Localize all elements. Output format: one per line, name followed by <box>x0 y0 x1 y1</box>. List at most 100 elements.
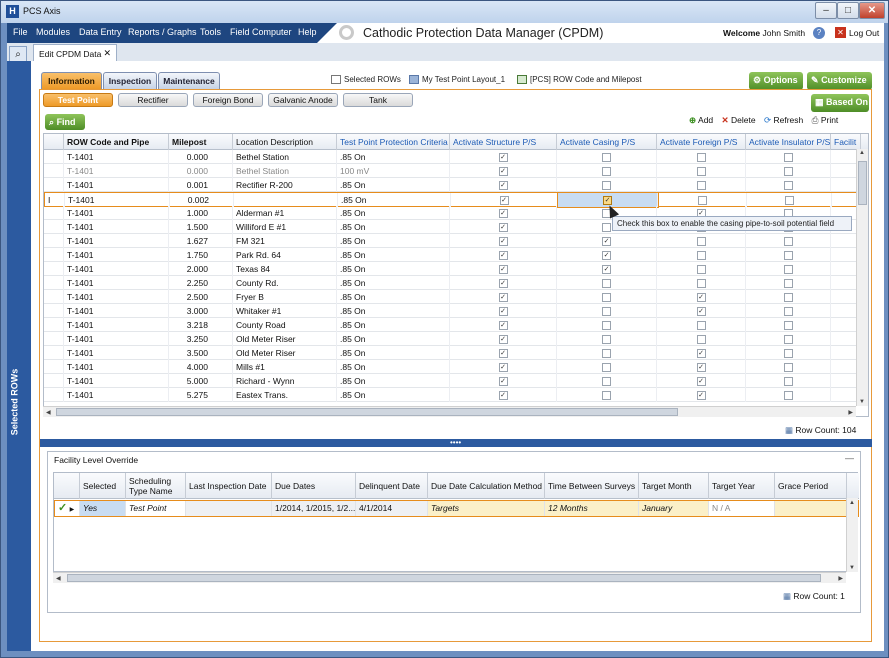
cell-criteria[interactable]: .85 On <box>337 290 450 304</box>
cell-criteria[interactable]: .85 On <box>337 374 450 388</box>
cell-location[interactable]: Williford E #1 <box>233 220 337 234</box>
cell-criteria[interactable]: .85 On <box>337 206 450 220</box>
cell-row-code[interactable]: T-1401 <box>64 164 169 178</box>
options-button[interactable]: ⚙ Options <box>749 72 803 90</box>
menu-field-computer[interactable]: Field Computer <box>230 27 292 37</box>
checkbox-casing-ps[interactable] <box>602 307 611 316</box>
fo-horizontal-scroll-thumb[interactable] <box>67 574 821 582</box>
checkbox-structure-ps[interactable]: ✓ <box>498 209 508 218</box>
tab-information[interactable]: Information <box>41 72 102 89</box>
cell-row-code[interactable]: T-1401 <box>64 276 169 290</box>
cell-milepost[interactable]: 1.750 <box>169 248 233 262</box>
cell-location[interactable]: Park Rd. 64 <box>233 248 337 262</box>
cell-location[interactable]: Alderman #1 <box>233 206 337 220</box>
table-row[interactable]: T-1401 5.275 Eastex Trans. .85 On ✓ ✓ <box>44 388 857 402</box>
fo-cell-grace-period[interactable] <box>775 501 847 516</box>
print-button[interactable]: ⎙ Print <box>812 115 839 125</box>
checkbox-structure-ps[interactable]: ✓ <box>498 391 508 400</box>
cell-location[interactable]: County Road <box>233 318 337 332</box>
cell-row-code[interactable]: T-1401 <box>64 360 169 374</box>
checkbox-insulator-ps[interactable] <box>783 377 793 386</box>
cell-row-code[interactable]: T-1401 <box>64 290 169 304</box>
checkbox-structure-ps[interactable]: ✓ <box>498 335 508 344</box>
checkbox-structure-ps[interactable]: ✓ <box>498 321 508 330</box>
table-row[interactable]: T-1401 3.000 Whitaker #1.85 On ✓ ✓ <box>44 304 857 318</box>
fo-scroll-down-icon[interactable]: ▼ <box>849 565 855 571</box>
cell-row-code[interactable]: T-1401 <box>64 150 169 164</box>
col-facility[interactable]: Facilit <box>831 134 861 150</box>
checkbox-insulator-ps[interactable] <box>783 363 793 372</box>
col-criteria[interactable]: Test Point Protection Criteria <box>337 134 450 150</box>
fo-col-delinquent[interactable]: Delinquent Date <box>356 473 428 499</box>
checkbox-foreign-ps[interactable] <box>696 335 706 344</box>
fo-col-last-inspection[interactable]: Last Inspection Date <box>186 473 272 499</box>
checkbox-structure-ps[interactable]: ✓ <box>498 279 508 288</box>
cell-row-code[interactable]: T-1401 <box>64 248 169 262</box>
checkbox-structure-ps[interactable]: ✓ <box>498 181 508 190</box>
cell-criteria[interactable]: .85 On <box>338 193 451 207</box>
fo-col-scheduling[interactable]: Scheduling Type Name <box>126 473 186 499</box>
checkbox-structure-ps[interactable]: ✓ <box>498 293 508 302</box>
minimize-button[interactable]: – <box>815 2 837 19</box>
table-row[interactable]: T-1401 2.250 County Rd. .85 On ✓ <box>44 276 857 290</box>
menu-data-entry[interactable]: Data Entry <box>79 27 122 37</box>
checkbox-casing-ps[interactable] <box>602 349 611 358</box>
checkbox-casing-ps[interactable] <box>602 377 611 386</box>
cell-facility[interactable] <box>831 304 857 318</box>
fo-cell-time-between[interactable]: 12 Months <box>545 501 639 516</box>
fo-cell-last-inspection[interactable] <box>186 501 272 516</box>
cell-row-code[interactable]: T-1401 <box>64 234 169 248</box>
cell-milepost[interactable]: 4.000 <box>169 360 233 374</box>
checkbox-structure-ps[interactable]: ✓ <box>498 237 508 246</box>
checkbox-casing-ps[interactable] <box>602 167 611 176</box>
cell-facility[interactable] <box>831 150 857 164</box>
cell-location[interactable]: Old Meter Riser <box>233 332 337 346</box>
cell-criteria[interactable]: .85 On <box>337 304 450 318</box>
fo-col-target-year[interactable]: Target Year <box>709 473 775 499</box>
col-milepost[interactable]: Milepost <box>169 134 233 150</box>
cell-facility[interactable] <box>831 178 857 192</box>
checkbox-structure-ps[interactable]: ✓ <box>498 251 508 260</box>
checkbox-casing-ps[interactable]: ✓ <box>602 265 611 274</box>
checkbox-foreign-ps[interactable] <box>696 251 706 260</box>
cell-milepost[interactable]: 2.250 <box>169 276 233 290</box>
cell-facility[interactable] <box>831 234 857 248</box>
menu-tools[interactable]: Tools <box>200 27 221 37</box>
cell-milepost[interactable]: 0.001 <box>169 178 233 192</box>
checkbox-casing-ps[interactable]: ✓ <box>602 237 611 246</box>
cell-criteria[interactable]: .85 On <box>337 346 450 360</box>
fo-vertical-scrollbar[interactable]: ▲ ▼ <box>846 498 858 572</box>
cell-criteria[interactable]: .85 On <box>337 178 450 192</box>
cell-milepost[interactable]: 0.000 <box>169 150 233 164</box>
checkbox-insulator-ps[interactable] <box>784 196 794 205</box>
tab-test-point[interactable]: Test Point <box>43 93 113 107</box>
fo-col-due-dates[interactable]: Due Dates <box>272 473 356 499</box>
cell-milepost[interactable]: 3.250 <box>169 332 233 346</box>
checkbox-foreign-ps[interactable] <box>696 181 706 190</box>
cell-facility[interactable] <box>831 346 857 360</box>
table-row[interactable]: T-1401 5.000 Richard - Wynn .85 On ✓ ✓ <box>44 374 857 388</box>
cell-row-code[interactable]: T-1401 <box>64 332 169 346</box>
cell-facility[interactable] <box>831 374 857 388</box>
tab-tank[interactable]: Tank <box>343 93 413 107</box>
refresh-button[interactable]: ⟳ Refresh <box>764 115 803 125</box>
checkbox-foreign-ps[interactable] <box>696 237 706 246</box>
checkbox-foreign-ps[interactable]: ✓ <box>696 293 706 302</box>
cell-location[interactable]: Old Meter Riser <box>233 346 337 360</box>
cell-row-code[interactable]: T-1401 <box>64 318 169 332</box>
cell-location[interactable] <box>234 193 338 207</box>
fo-cell-selected[interactable]: Yes <box>80 501 126 516</box>
cell-milepost[interactable]: 0.002 <box>170 193 234 207</box>
delete-button[interactable]: ✕ Delete <box>722 115 756 125</box>
checkbox-casing-ps[interactable] <box>602 321 611 330</box>
checkbox-insulator-ps[interactable] <box>783 391 793 400</box>
cell-milepost[interactable]: 1.000 <box>169 206 233 220</box>
cell-row-code[interactable]: T-1401 <box>65 193 170 207</box>
cell-criteria[interactable]: .85 On <box>337 360 450 374</box>
cell-row-code[interactable]: T-1401 <box>64 346 169 360</box>
scroll-down-icon[interactable]: ▼ <box>859 399 865 405</box>
checkbox-insulator-ps[interactable] <box>783 237 793 246</box>
facility-override-row[interactable]: ✓ ▶ Yes Test Point 1/2014, 1/2015, 1/2..… <box>54 500 859 517</box>
cell-row-code[interactable]: T-1401 <box>64 262 169 276</box>
table-row[interactable]: T-1401 0.001 Rectifier R-200.85 On ✓ <box>44 178 857 192</box>
